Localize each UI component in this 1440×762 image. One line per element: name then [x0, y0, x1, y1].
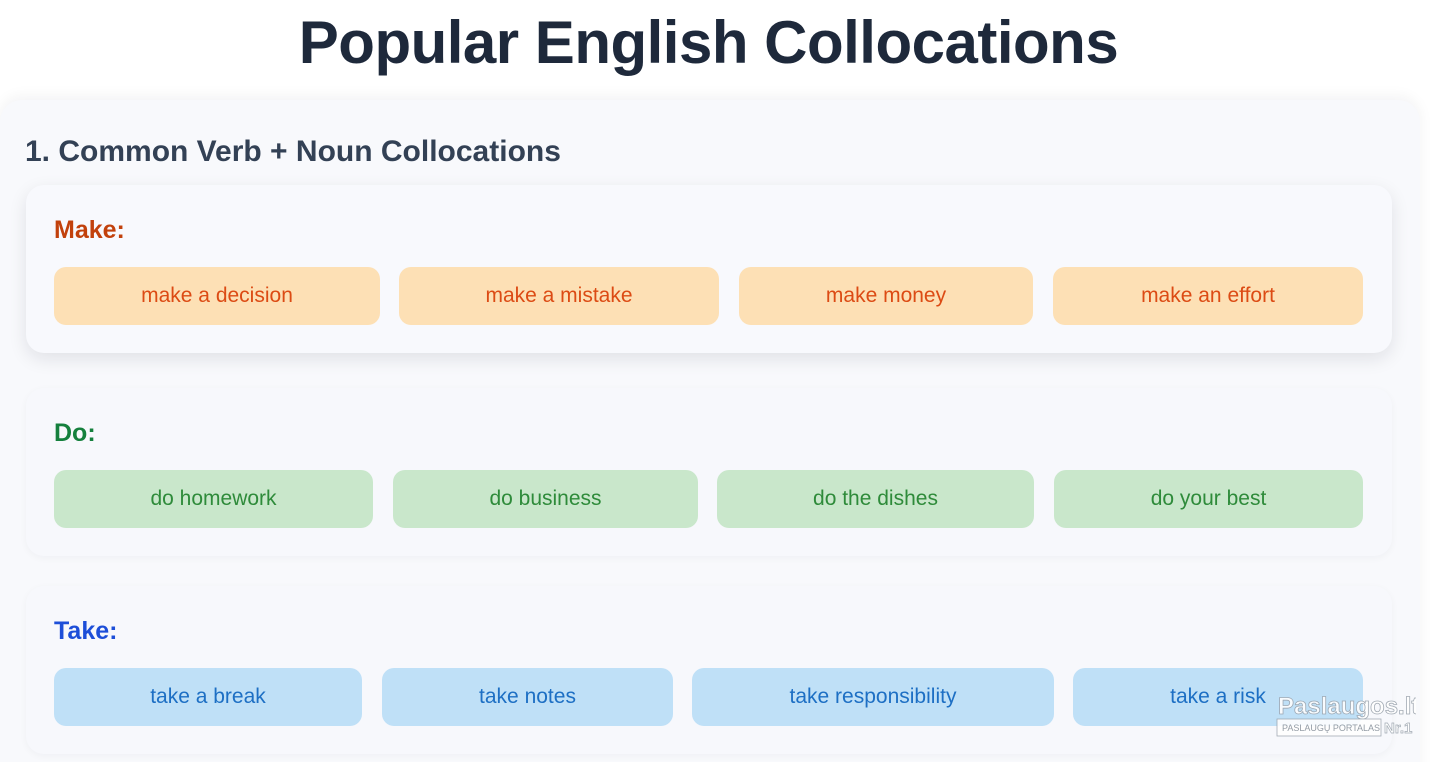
chip-do-your-best[interactable]: do your best: [1054, 470, 1363, 528]
chip-take-responsibility[interactable]: take responsibility: [692, 668, 1054, 726]
chip-take-a-risk[interactable]: take a risk: [1073, 668, 1363, 726]
section-heading: 1. Common Verb + Noun Collocations: [25, 135, 561, 168]
chip-do-the-dishes[interactable]: do the dishes: [717, 470, 1034, 528]
chip-make-money[interactable]: make money: [739, 267, 1033, 325]
collocation-group-make: Make: make a decision make a mistake mak…: [26, 185, 1392, 353]
group-label-do: Do:: [54, 419, 96, 447]
group-label-make: Make:: [54, 216, 125, 244]
chip-make-a-mistake[interactable]: make a mistake: [399, 267, 719, 325]
page-title: Popular English Collocations: [298, 9, 1119, 76]
chip-take-a-break[interactable]: take a break: [54, 668, 362, 726]
chip-make-an-effort[interactable]: make an effort: [1053, 267, 1363, 325]
chip-make-a-decision[interactable]: make a decision: [54, 267, 380, 325]
collocation-group-take: Take: take a break take notes take respo…: [26, 586, 1392, 754]
chip-take-notes[interactable]: take notes: [382, 668, 673, 726]
collocation-group-do: Do: do homework do business do the dishe…: [26, 388, 1392, 556]
chip-do-homework[interactable]: do homework: [54, 470, 373, 528]
group-label-take: Take:: [54, 617, 118, 645]
chip-do-business[interactable]: do business: [393, 470, 698, 528]
